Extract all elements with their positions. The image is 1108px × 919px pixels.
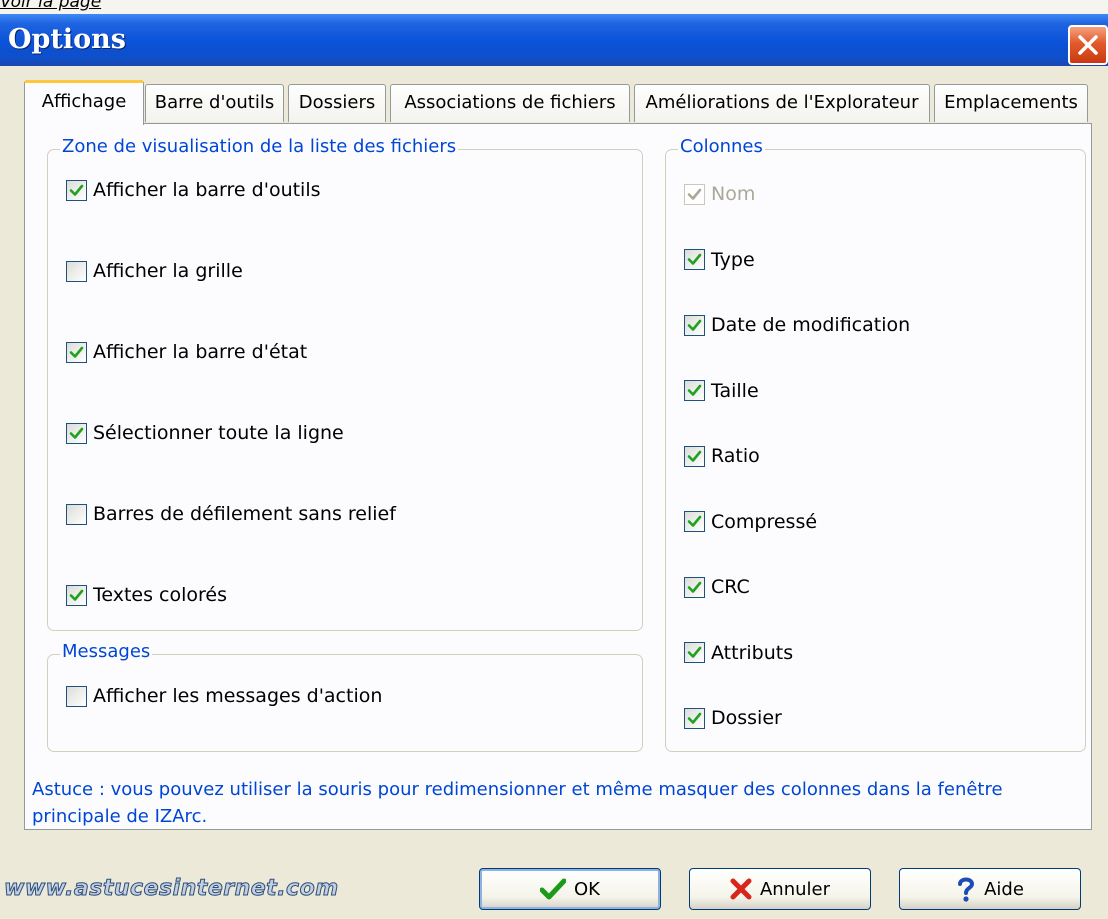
checkmark-icon xyxy=(687,319,702,331)
checkbox[interactable] xyxy=(66,341,87,363)
tip-text: Astuce : vous pouvez utiliser la souris … xyxy=(32,779,1003,827)
checkmark-icon xyxy=(687,515,702,527)
checkmark-icon xyxy=(687,712,702,724)
checkbox-row[interactable]: CRC xyxy=(684,574,750,600)
checkbox-label: Textes colorés xyxy=(93,584,228,606)
messages-group: Messages Afficher les messages d'action xyxy=(47,641,643,752)
help-label: Aide xyxy=(984,878,1024,900)
checkmark-icon xyxy=(687,384,702,396)
checkbox-row[interactable]: Afficher la barre d'état xyxy=(66,339,307,365)
close-button[interactable] xyxy=(1068,25,1108,65)
checkbox-label: Attributs xyxy=(711,641,794,664)
checkbox xyxy=(684,183,705,205)
window-title: Options xyxy=(8,24,126,55)
checkbox-label: Afficher la barre d'état xyxy=(93,341,308,363)
checkbox-label: CRC xyxy=(711,576,750,598)
blue-question-icon xyxy=(958,877,975,902)
checkbox-row[interactable]: Date de modification xyxy=(684,312,910,338)
checkbox-row[interactable]: Attributs xyxy=(684,640,793,666)
group-label-columns: Colonnes xyxy=(678,136,765,157)
ok-button[interactable]: OK xyxy=(479,868,661,910)
cancel-button[interactable]: Annuler xyxy=(689,868,871,910)
checkbox-label: Sélectionner toute la ligne xyxy=(93,422,344,444)
checkbox-row[interactable]: Afficher les messages d'action xyxy=(66,683,382,709)
ok-label: OK xyxy=(574,878,600,900)
checkbox-label: Ratio xyxy=(711,445,760,467)
checkbox-row[interactable]: Ratio xyxy=(684,443,760,469)
checkbox-label: Type xyxy=(711,248,755,271)
tab-affichage[interactable]: Affichage xyxy=(24,80,144,125)
checkbox-row[interactable]: Type xyxy=(684,247,755,273)
checkbox[interactable] xyxy=(684,249,705,270)
checkbox-label: Afficher les messages d'action xyxy=(93,685,383,707)
checkbox-row[interactable]: Barres de défilement sans relief xyxy=(66,501,396,527)
tab-dossiers[interactable]: Dossiers xyxy=(288,84,386,122)
checkbox-label: Nom xyxy=(711,183,756,205)
tab-emplacements[interactable]: Emplacements xyxy=(934,84,1088,122)
checkbox[interactable] xyxy=(66,685,87,707)
checkbox-row[interactable]: Textes colorés xyxy=(66,582,227,608)
checkmark-icon xyxy=(69,427,84,439)
checkmark-icon xyxy=(69,589,84,601)
checkbox-row[interactable]: Afficher la barre d'outils xyxy=(66,177,321,203)
checkbox[interactable] xyxy=(684,707,705,729)
checkbox[interactable] xyxy=(66,179,87,201)
file-list-group: Zone de visualisation de la liste des fi… xyxy=(47,136,643,631)
checkbox-row[interactable]: Sélectionner toute la ligne xyxy=(66,420,344,446)
checkbox[interactable] xyxy=(66,584,87,606)
top-strip: Voir la page xyxy=(0,0,1108,14)
checkbox[interactable] xyxy=(66,422,87,444)
checkbox-row[interactable]: Taille xyxy=(684,378,759,404)
tab-barre-outils[interactable]: Barre d'outils xyxy=(145,84,284,122)
checkbox-label: Date de modification xyxy=(711,314,911,336)
checkmark-icon xyxy=(687,253,702,265)
checkmark-icon xyxy=(687,188,702,200)
checkbox-row[interactable]: Dossier xyxy=(684,705,782,731)
checkbox[interactable] xyxy=(684,576,705,598)
checkbox[interactable] xyxy=(684,511,705,532)
checkbox-label: Afficher la barre d'outils xyxy=(93,179,321,201)
red-x-icon xyxy=(730,878,752,900)
title-bar: Options xyxy=(0,14,1108,66)
checkmark-icon xyxy=(687,646,702,658)
checkbox[interactable] xyxy=(684,445,705,467)
checkbox[interactable] xyxy=(66,503,87,525)
checkbox-label: Afficher la grille xyxy=(93,260,243,282)
checkmark-icon xyxy=(687,581,702,593)
checkbox[interactable] xyxy=(684,380,705,401)
checkbox[interactable] xyxy=(684,642,705,663)
checkbox[interactable] xyxy=(66,260,87,282)
tab-panel: Zone de visualisation de la liste des fi… xyxy=(24,123,1092,830)
checkmark-icon xyxy=(687,450,702,462)
help-button[interactable]: Aide xyxy=(899,868,1081,910)
group-label-file-list: Zone de visualisation de la liste des fi… xyxy=(60,136,459,157)
checkbox-label: Dossier xyxy=(711,707,782,729)
checkbox-row[interactable]: Compressé xyxy=(684,509,817,535)
checkmark-icon xyxy=(69,346,84,358)
checkbox-label: Taille xyxy=(711,379,759,402)
columns-group: Colonnes Nom Type Date de modification Tail… xyxy=(665,136,1086,752)
checkbox-row[interactable]: Afficher la grille xyxy=(66,258,243,284)
group-label-messages: Messages xyxy=(60,641,153,662)
green-check-icon xyxy=(540,878,566,900)
tab-ameliorations[interactable]: Améliorations de l'Explorateur xyxy=(634,84,930,122)
checkbox-label: Barres de défilement sans relief xyxy=(93,503,396,525)
watermark: www.astucesinternet.com xyxy=(4,876,339,902)
checkbox[interactable] xyxy=(684,314,705,336)
checkbox-row: Nom xyxy=(684,181,755,207)
tab-associations[interactable]: Associations de fichiers xyxy=(390,84,630,122)
top-link[interactable]: Voir la page xyxy=(0,0,101,12)
close-icon xyxy=(1078,35,1098,55)
checkbox-label: Compressé xyxy=(711,510,818,533)
cancel-label: Annuler xyxy=(759,878,830,900)
checkmark-icon xyxy=(69,184,84,196)
